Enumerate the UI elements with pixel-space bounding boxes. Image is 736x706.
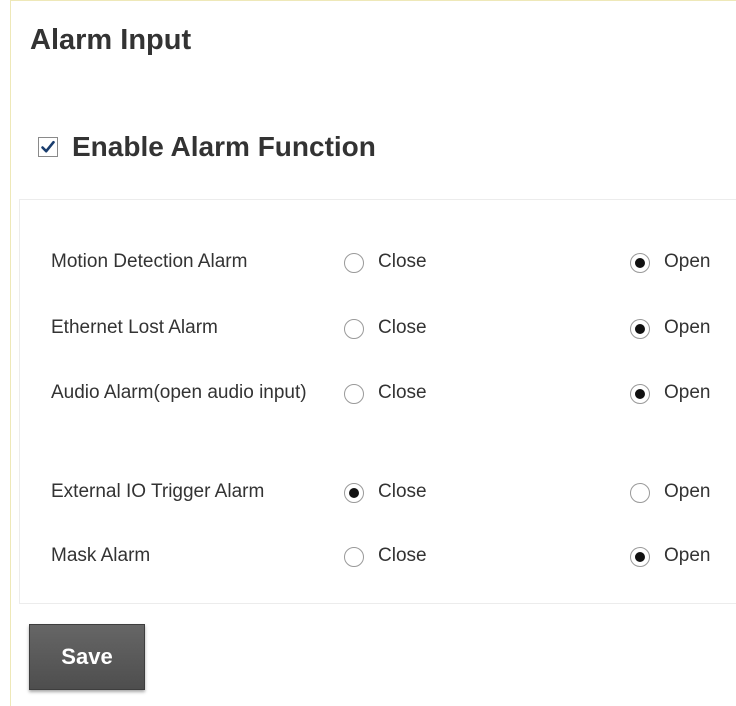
alarm-label: Mask Alarm — [51, 545, 151, 566]
alarm-settings-panel: Motion Detection Alarm Close Open Ethern… — [19, 199, 736, 604]
enable-alarm-checkbox[interactable] — [38, 137, 58, 157]
close-option[interactable]: Close — [344, 376, 427, 409]
alarm-label: Audio Alarm(open audio input) — [51, 382, 307, 403]
enable-alarm-row[interactable]: Enable Alarm Function — [38, 130, 376, 164]
close-radio[interactable] — [344, 547, 364, 567]
open-option[interactable]: Open — [630, 475, 710, 508]
close-option[interactable]: Close — [344, 539, 427, 572]
open-option[interactable]: Open — [630, 311, 710, 344]
open-label: Open — [664, 382, 711, 403]
checkmark-icon — [41, 140, 55, 153]
open-label: Open — [664, 317, 711, 338]
close-label: Close — [378, 481, 427, 502]
open-radio[interactable] — [630, 319, 650, 339]
open-option[interactable]: Open — [630, 376, 710, 409]
close-radio[interactable] — [344, 253, 364, 273]
close-label: Close — [378, 317, 427, 338]
page-title: Alarm Input — [30, 24, 192, 56]
close-option[interactable]: Close — [344, 245, 427, 278]
open-option[interactable]: Open — [630, 539, 710, 572]
open-radio[interactable] — [630, 384, 650, 404]
open-label: Open — [664, 251, 711, 272]
open-label: Open — [664, 545, 711, 566]
open-radio[interactable] — [630, 483, 650, 503]
open-label: Open — [664, 481, 711, 502]
close-label: Close — [378, 251, 427, 272]
open-radio[interactable] — [630, 547, 650, 567]
alarm-label: External IO Trigger Alarm — [51, 481, 265, 502]
alarm-label: Motion Detection Alarm — [51, 251, 248, 272]
close-option[interactable]: Close — [344, 311, 427, 344]
close-option[interactable]: Close — [344, 475, 427, 508]
alarm-label: Ethernet Lost Alarm — [51, 317, 218, 338]
open-radio[interactable] — [630, 253, 650, 273]
save-button[interactable]: Save — [29, 624, 145, 690]
close-label: Close — [378, 545, 427, 566]
close-radio[interactable] — [344, 319, 364, 339]
close-label: Close — [378, 382, 427, 403]
enable-alarm-label: Enable Alarm Function — [72, 131, 376, 162]
close-radio[interactable] — [344, 483, 364, 503]
open-option[interactable]: Open — [630, 245, 710, 278]
close-radio[interactable] — [344, 384, 364, 404]
